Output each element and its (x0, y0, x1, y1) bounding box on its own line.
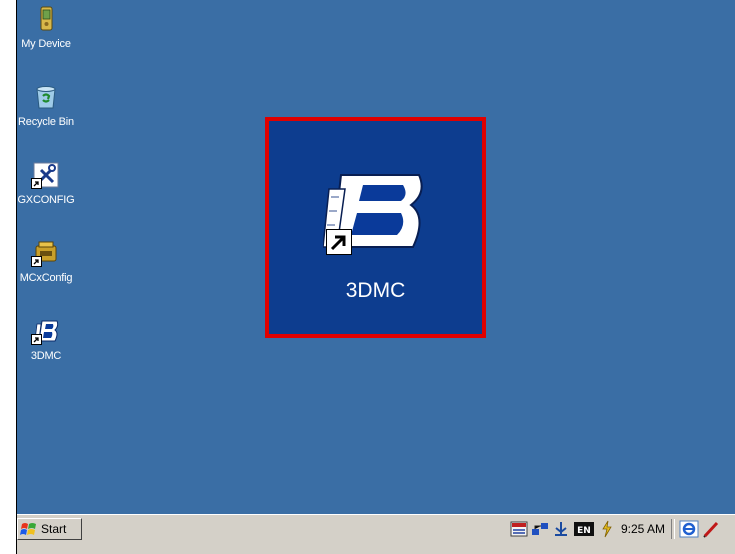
3dmc-icon (31, 318, 59, 345)
shortcut-arrow-icon (31, 334, 42, 345)
shortcut-arrow-icon (31, 256, 42, 267)
tools-icon (31, 162, 59, 189)
shortcut-arrow-icon (326, 229, 352, 255)
power-icon[interactable] (598, 520, 616, 538)
mcxconfig-icon (31, 240, 59, 267)
svg-text:EN: EN (577, 526, 591, 536)
language-en-icon[interactable]: EN (573, 520, 595, 538)
windows-logo-icon (20, 523, 36, 535)
zoomed-icon-label: 3DMC (345, 279, 406, 302)
desktop-icon-label: Recycle Bin (18, 116, 74, 128)
desktop-icon-label: 3DMC (30, 350, 62, 362)
input-panel-icon[interactable] (510, 520, 528, 538)
system-tray: EN 9:25 AM (510, 519, 723, 539)
my-device-icon (33, 6, 59, 32)
start-button[interactable]: Start (17, 518, 82, 540)
desktop-icon-mcxconfig[interactable]: MCxConfig (8, 240, 84, 284)
screen: My Device Recycle Bin GXCONFIG MCxConfig… (0, 0, 735, 554)
ie-icon[interactable] (679, 520, 699, 538)
recycle-bin-icon (33, 84, 59, 110)
clock[interactable]: 9:25 AM (621, 522, 665, 536)
shortcut-arrow-icon (31, 178, 42, 189)
desktop-icon-gxconfig[interactable]: GXCONFIG (8, 162, 84, 206)
desktop-icon-label: GXCONFIG (17, 194, 75, 206)
desktop-icon-my-device[interactable]: My Device (8, 6, 84, 50)
desktop-icon-3dmc[interactable]: 3DMC (8, 318, 84, 362)
taskbar: Start EN 9:25 AM (17, 514, 735, 554)
zoomed-3dmc-icon-highlight[interactable]: 3DMC (265, 117, 486, 338)
desktop-icon-recycle-bin[interactable]: Recycle Bin (8, 84, 84, 128)
desktop[interactable]: My Device Recycle Bin GXCONFIG MCxConfig… (17, 0, 735, 514)
start-label: Start (41, 522, 67, 536)
network-icon[interactable] (531, 520, 549, 538)
tray-separator (671, 519, 676, 539)
desktop-icon-label: My Device (21, 38, 71, 50)
usb-icon[interactable] (552, 520, 570, 538)
desktop-icon-label: MCxConfig (19, 272, 73, 284)
pen-icon[interactable] (702, 520, 720, 538)
